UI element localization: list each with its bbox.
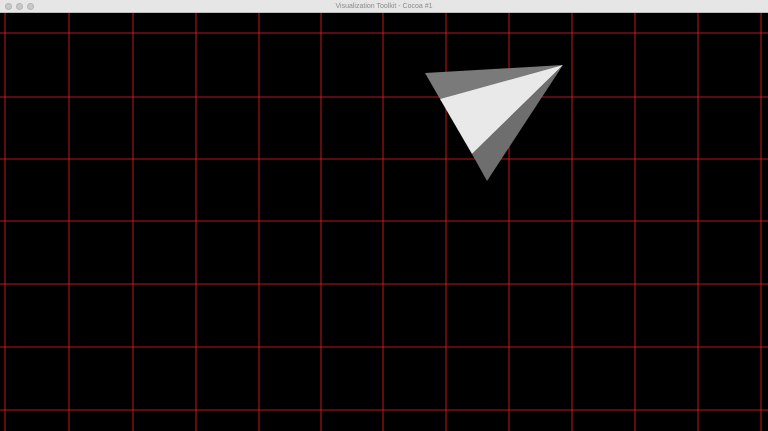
window-title: Visualization Toolkit - Cocoa #1 (335, 3, 433, 10)
render-viewport[interactable] (0, 13, 768, 431)
vtk-render-window: Visualization Toolkit - Cocoa #1 (0, 0, 768, 431)
scene-canvas[interactable] (0, 13, 768, 431)
title-bar[interactable]: Visualization Toolkit - Cocoa #1 (0, 0, 768, 13)
scene-background (0, 13, 768, 431)
